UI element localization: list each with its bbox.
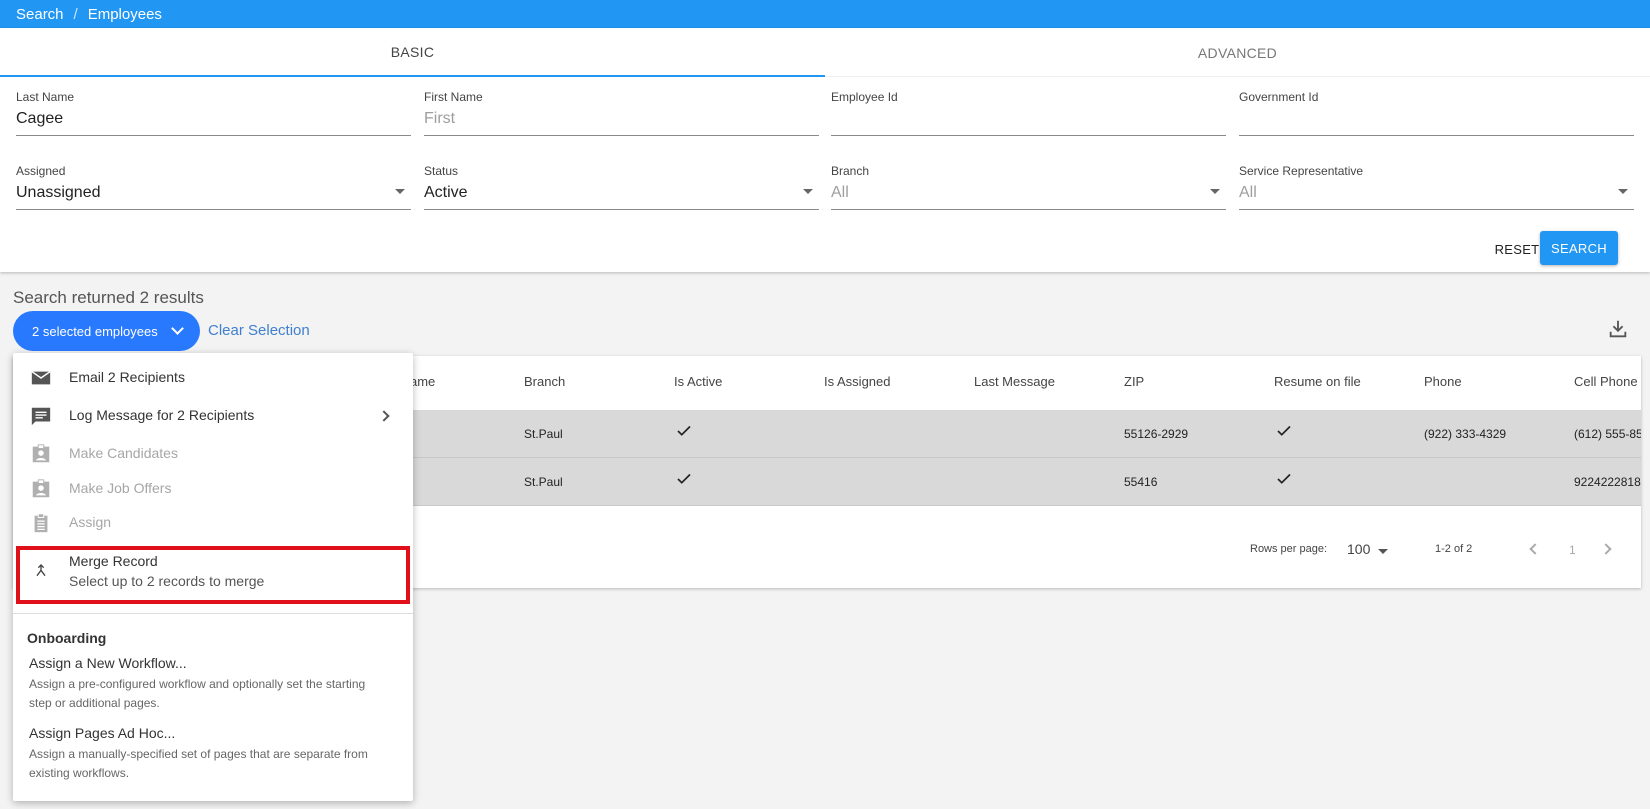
status-value[interactable]: Active — [424, 184, 468, 202]
search-tabs: BASIC ADVANCED — [0, 28, 1650, 77]
column-header-is-assigned[interactable]: Is Assigned — [824, 374, 891, 389]
menu-item-assign[interactable]: Assign — [13, 506, 413, 540]
message-icon — [31, 407, 51, 426]
check-icon — [1277, 425, 1291, 436]
branch-select[interactable]: Branch All — [831, 164, 1226, 210]
status-label: Status — [424, 164, 459, 178]
merge-icon — [36, 564, 46, 577]
next-page-icon[interactable] — [1600, 543, 1612, 555]
column-header-name[interactable]: ame — [410, 374, 435, 389]
column-header-last-message[interactable]: Last Message — [974, 374, 1055, 389]
first-name-placeholder[interactable]: First — [424, 110, 455, 128]
pagination-range: 1-2 of 2 — [1435, 543, 1473, 555]
menu-item-email[interactable]: Email 2 Recipients — [13, 361, 413, 395]
branch-label: Branch — [831, 164, 870, 178]
menu-item-make-job-offers-label: Make Job Offers — [69, 480, 172, 496]
check-icon — [677, 425, 691, 436]
status-select[interactable]: Status Active — [424, 164, 819, 210]
assigned-select[interactable]: Assigned Unassigned — [16, 164, 411, 210]
branch-dropdown-icon[interactable] — [1210, 189, 1220, 194]
menu-divider — [13, 613, 413, 614]
branch-value[interactable]: All — [831, 184, 849, 202]
service-rep-value[interactable]: All — [1239, 184, 1257, 202]
column-header-phone[interactable]: Phone — [1424, 374, 1462, 389]
menu-item-email-label: Email 2 Recipients — [69, 369, 185, 385]
merge-record-subtitle: Select up to 2 records to merge — [69, 573, 265, 589]
menu-item-log-message-label: Log Message for 2 Recipients — [69, 407, 255, 423]
breadcrumb-current: Employees — [87, 5, 162, 23]
check-icon — [1277, 473, 1291, 484]
breadcrumb-separator: / — [73, 5, 78, 23]
status-dropdown-icon[interactable] — [803, 189, 813, 194]
employee-id-field[interactable]: Employee Id — [831, 90, 1226, 136]
column-header-zip[interactable]: ZIP — [1124, 374, 1144, 389]
first-name-label: First Name — [424, 90, 483, 104]
assign-pages-ad-hoc-item[interactable]: Assign Pages Ad Hoc... — [29, 725, 175, 741]
government-id-label: Government Id — [1239, 90, 1319, 104]
tab-advanced[interactable]: ADVANCED — [825, 28, 1650, 77]
service-rep-label: Service Representative — [1239, 164, 1364, 178]
tab-basic[interactable]: BASIC — [0, 28, 825, 77]
assigned-value[interactable]: Unassigned — [16, 184, 101, 202]
onboarding-section-title: Onboarding — [27, 630, 107, 646]
assign-new-workflow-desc: Assign a pre-configured workflow and opt… — [29, 677, 366, 710]
column-header-is-active[interactable]: Is Active — [674, 374, 722, 389]
menu-item-make-job-offers[interactable]: Make Job Offers — [13, 472, 413, 506]
cell-zip: 55416 — [1124, 475, 1158, 489]
cell-cell-phone: 9224222818 — [1574, 475, 1641, 489]
email-icon — [31, 370, 51, 385]
clear-selection-link[interactable]: Clear Selection — [208, 322, 310, 339]
cell-branch: St.Paul — [524, 427, 563, 441]
column-header-branch[interactable]: Branch — [524, 374, 565, 389]
merge-record-title[interactable]: Merge Record — [69, 553, 158, 569]
employee-id-label: Employee Id — [831, 90, 898, 104]
government-id-field[interactable]: Government Id — [1239, 90, 1634, 136]
breadcrumb: Search / Employees — [0, 0, 1650, 28]
cell-zip: 55126-2929 — [1124, 427, 1189, 441]
prev-page-icon[interactable] — [1529, 543, 1541, 555]
rows-per-page-select[interactable]: 100 — [1347, 541, 1370, 557]
check-icon — [677, 473, 691, 484]
service-rep-select[interactable]: Service Representative All — [1239, 164, 1634, 210]
cell-phone: (922) 333-4329 — [1424, 427, 1507, 441]
cell-cell-phone: (612) 555-85 — [1574, 427, 1641, 441]
column-header-resume[interactable]: Resume on file — [1274, 374, 1361, 389]
search-button[interactable]: SEARCH — [1540, 231, 1618, 265]
badge-icon — [32, 479, 50, 498]
column-header-cell-phone[interactable]: Cell Phone — [1574, 374, 1638, 389]
selected-employees-button[interactable]: 2 selected employees — [13, 311, 200, 351]
menu-item-log-message[interactable]: Log Message for 2 Recipients — [13, 399, 413, 433]
chevron-right-icon — [378, 410, 390, 422]
assign-new-workflow-item[interactable]: Assign a New Workflow... — [29, 655, 187, 671]
download-icon[interactable] — [1607, 318, 1629, 340]
menu-item-assign-label: Assign — [69, 514, 112, 530]
rows-per-page-label: Rows per page: — [1250, 543, 1328, 555]
assigned-label: Assigned — [16, 164, 66, 178]
menu-item-make-candidates[interactable]: Make Candidates — [13, 437, 413, 471]
last-name-label: Last Name — [16, 90, 75, 104]
menu-item-make-candidates-label: Make Candidates — [69, 445, 178, 461]
rows-per-page-dropdown-icon[interactable] — [1378, 549, 1388, 554]
cell-branch: St.Paul — [524, 475, 563, 489]
last-name-field[interactable]: Last Name Cagee — [16, 90, 411, 136]
assigned-dropdown-icon[interactable] — [395, 189, 405, 194]
assign-pages-ad-hoc-desc: Assign a manually-specified set of pages… — [29, 747, 368, 780]
chevron-down-icon — [171, 322, 184, 335]
search-form-card: BASIC ADVANCED Last Name Cagee First Nam… — [0, 28, 1650, 272]
page-number: 1 — [1569, 543, 1576, 557]
results-count: Search returned 2 results — [13, 288, 204, 307]
first-name-field[interactable]: First Name First — [424, 90, 819, 136]
selected-employees-label: 2 selected employees — [32, 323, 158, 339]
service-rep-dropdown-icon[interactable] — [1618, 189, 1628, 194]
clipboard-icon — [34, 513, 48, 533]
badge-icon — [32, 444, 50, 463]
last-name-value[interactable]: Cagee — [16, 110, 63, 128]
bulk-actions-menu: Email 2 Recipients Log Message for 2 Rec… — [13, 353, 413, 801]
breadcrumb-search-link[interactable]: Search — [16, 6, 64, 23]
